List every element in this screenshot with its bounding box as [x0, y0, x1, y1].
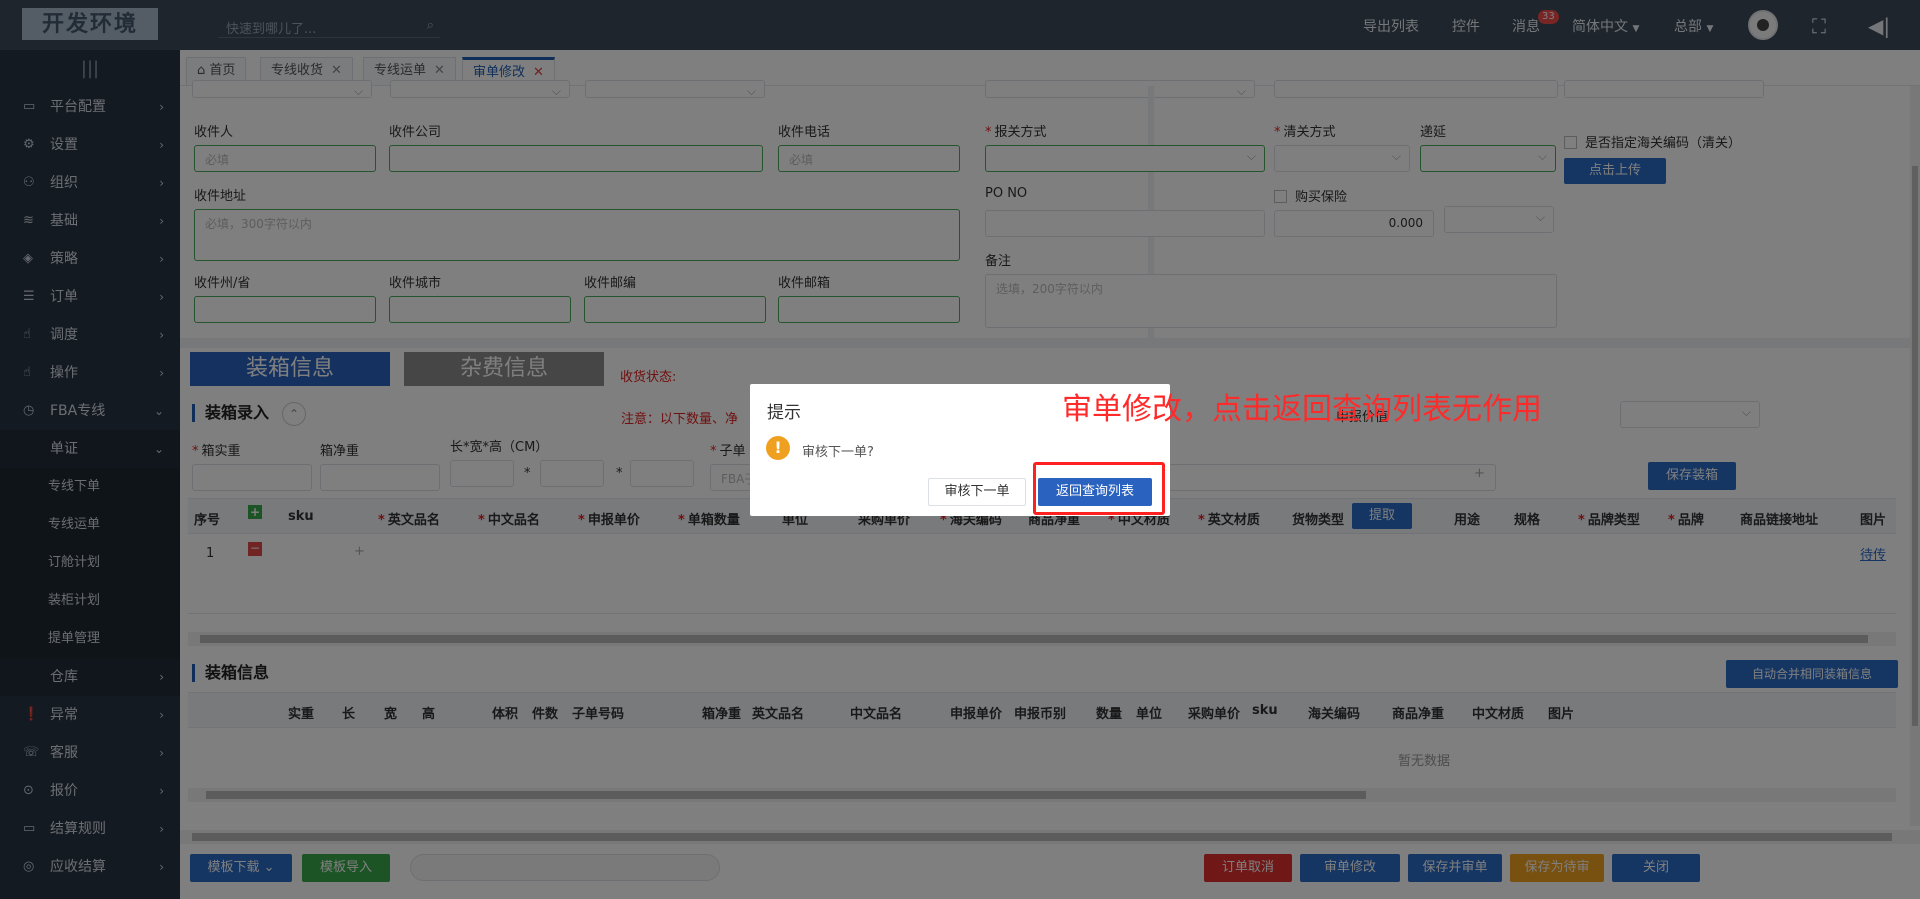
dialog-title: 提示: [767, 403, 801, 423]
warning-icon: !: [766, 436, 790, 460]
highlight-box: [1033, 462, 1165, 515]
review-next-button[interactable]: 审核下一单: [928, 478, 1026, 506]
dialog-message: 审核下一单?: [802, 445, 874, 460]
annotation-text: 审单修改，点击返回查询列表无作用: [1062, 392, 1542, 427]
